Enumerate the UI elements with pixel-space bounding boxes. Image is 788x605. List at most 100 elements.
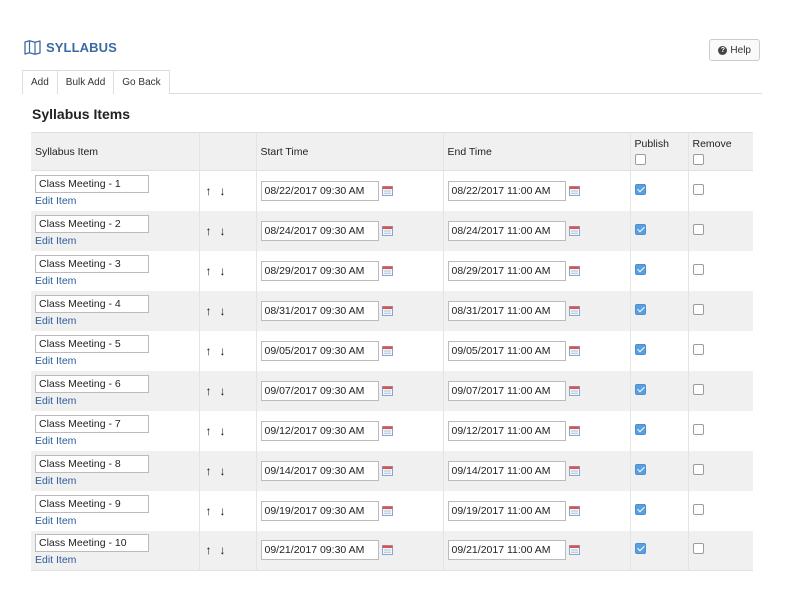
remove-checkbox[interactable] (692, 303, 704, 315)
move-up-icon[interactable]: ↑ (206, 184, 212, 198)
calendar-icon[interactable] (568, 385, 580, 396)
move-up-icon[interactable]: ↑ (206, 224, 212, 238)
calendar-icon[interactable] (568, 185, 580, 196)
publish-checkbox[interactable] (634, 263, 646, 275)
calendar-icon[interactable] (381, 305, 393, 316)
remove-all-checkbox[interactable] (692, 154, 704, 165)
calendar-icon[interactable] (568, 425, 580, 436)
start-time-input[interactable]: 09/12/2017 09:30 AM (260, 420, 379, 441)
move-up-icon[interactable]: ↑ (206, 424, 212, 438)
end-time-input[interactable]: 08/24/2017 11:00 AM (447, 220, 566, 241)
move-up-icon[interactable]: ↑ (206, 304, 212, 318)
move-up-icon[interactable]: ↑ (206, 543, 212, 557)
start-time-input[interactable]: 09/05/2017 09:30 AM (260, 340, 379, 361)
item-name-input[interactable]: Class Meeting - 3 (35, 254, 149, 273)
start-time-input[interactable]: 09/19/2017 09:30 AM (260, 500, 379, 521)
item-name-input[interactable]: Class Meeting - 1 (35, 174, 149, 193)
remove-checkbox[interactable] (692, 383, 704, 395)
calendar-icon[interactable] (381, 385, 393, 396)
calendar-icon[interactable] (381, 545, 393, 556)
end-time-input[interactable]: 08/22/2017 11:00 AM (447, 180, 566, 201)
item-name-input[interactable]: Class Meeting - 6 (35, 374, 149, 393)
bulk-add-tab[interactable]: Bulk Add (56, 70, 115, 94)
edit-item-link[interactable]: Edit Item (35, 235, 199, 247)
end-time-input[interactable]: 09/14/2017 11:00 AM (447, 460, 566, 481)
move-up-icon[interactable]: ↑ (206, 384, 212, 398)
calendar-icon[interactable] (568, 505, 580, 516)
move-up-icon[interactable]: ↑ (206, 504, 212, 518)
publish-checkbox[interactable] (634, 183, 646, 195)
publish-checkbox[interactable] (634, 463, 646, 475)
calendar-icon[interactable] (568, 345, 580, 356)
move-down-icon[interactable]: ↓ (220, 384, 226, 398)
start-time-input[interactable]: 09/07/2017 09:30 AM (260, 380, 379, 401)
end-time-input[interactable]: 09/12/2017 11:00 AM (447, 420, 566, 441)
move-down-icon[interactable]: ↓ (220, 224, 226, 238)
calendar-icon[interactable] (381, 185, 393, 196)
edit-item-link[interactable]: Edit Item (35, 554, 199, 566)
calendar-icon[interactable] (381, 265, 393, 276)
move-up-icon[interactable]: ↑ (206, 264, 212, 278)
calendar-icon[interactable] (568, 465, 580, 476)
move-down-icon[interactable]: ↓ (220, 264, 226, 278)
item-name-input[interactable]: Class Meeting - 2 (35, 214, 149, 233)
edit-item-link[interactable]: Edit Item (35, 435, 199, 447)
move-down-icon[interactable]: ↓ (220, 304, 226, 318)
edit-item-link[interactable]: Edit Item (35, 395, 199, 407)
remove-checkbox[interactable] (692, 223, 704, 235)
remove-checkbox[interactable] (692, 183, 704, 195)
end-time-input[interactable]: 09/07/2017 11:00 AM (447, 380, 566, 401)
item-name-input[interactable]: Class Meeting - 8 (35, 454, 149, 473)
calendar-icon[interactable] (381, 425, 393, 436)
publish-checkbox[interactable] (634, 543, 646, 555)
calendar-icon[interactable] (381, 225, 393, 236)
end-time-input[interactable]: 08/29/2017 11:00 AM (447, 260, 566, 281)
calendar-icon[interactable] (568, 225, 580, 236)
remove-checkbox[interactable] (692, 263, 704, 275)
calendar-icon[interactable] (568, 305, 580, 316)
end-time-input[interactable]: 09/19/2017 11:00 AM (447, 500, 566, 521)
end-time-input[interactable]: 09/21/2017 11:00 AM (447, 540, 566, 561)
start-time-input[interactable]: 09/14/2017 09:30 AM (260, 460, 379, 481)
edit-item-link[interactable]: Edit Item (35, 315, 199, 327)
start-time-input[interactable]: 08/31/2017 09:30 AM (260, 300, 379, 321)
move-down-icon[interactable]: ↓ (220, 464, 226, 478)
remove-checkbox[interactable] (692, 463, 704, 475)
item-name-input[interactable]: Class Meeting - 9 (35, 494, 149, 513)
edit-item-link[interactable]: Edit Item (35, 515, 199, 527)
move-up-icon[interactable]: ↑ (206, 464, 212, 478)
edit-item-link[interactable]: Edit Item (35, 475, 199, 487)
remove-checkbox[interactable] (692, 343, 704, 355)
publish-checkbox[interactable] (634, 503, 646, 515)
publish-all-checkbox[interactable] (634, 154, 646, 165)
start-time-input[interactable]: 08/24/2017 09:30 AM (260, 220, 379, 241)
end-time-input[interactable]: 09/05/2017 11:00 AM (447, 340, 566, 361)
move-up-icon[interactable]: ↑ (206, 344, 212, 358)
item-name-input[interactable]: Class Meeting - 10 (35, 534, 149, 553)
item-name-input[interactable]: Class Meeting - 7 (35, 414, 149, 433)
remove-checkbox[interactable] (692, 423, 704, 435)
publish-checkbox[interactable] (634, 423, 646, 435)
move-down-icon[interactable]: ↓ (220, 344, 226, 358)
end-time-input[interactable]: 08/31/2017 11:00 AM (447, 300, 566, 321)
start-time-input[interactable]: 09/21/2017 09:30 AM (260, 540, 379, 561)
go-back-tab[interactable]: Go Back (113, 70, 170, 94)
calendar-icon[interactable] (568, 265, 580, 276)
help-button[interactable]: ? Help (709, 39, 760, 61)
item-name-input[interactable]: Class Meeting - 4 (35, 294, 149, 313)
calendar-icon[interactable] (568, 545, 580, 556)
start-time-input[interactable]: 08/22/2017 09:30 AM (260, 180, 379, 201)
publish-checkbox[interactable] (634, 343, 646, 355)
remove-checkbox[interactable] (692, 543, 704, 555)
start-time-input[interactable]: 08/29/2017 09:30 AM (260, 260, 379, 281)
calendar-icon[interactable] (381, 465, 393, 476)
edit-item-link[interactable]: Edit Item (35, 275, 199, 287)
remove-checkbox[interactable] (692, 503, 704, 515)
publish-checkbox[interactable] (634, 223, 646, 235)
move-down-icon[interactable]: ↓ (220, 184, 226, 198)
publish-checkbox[interactable] (634, 383, 646, 395)
add-tab[interactable]: Add (22, 70, 58, 94)
edit-item-link[interactable]: Edit Item (35, 195, 199, 207)
move-down-icon[interactable]: ↓ (220, 504, 226, 518)
move-down-icon[interactable]: ↓ (220, 543, 226, 557)
